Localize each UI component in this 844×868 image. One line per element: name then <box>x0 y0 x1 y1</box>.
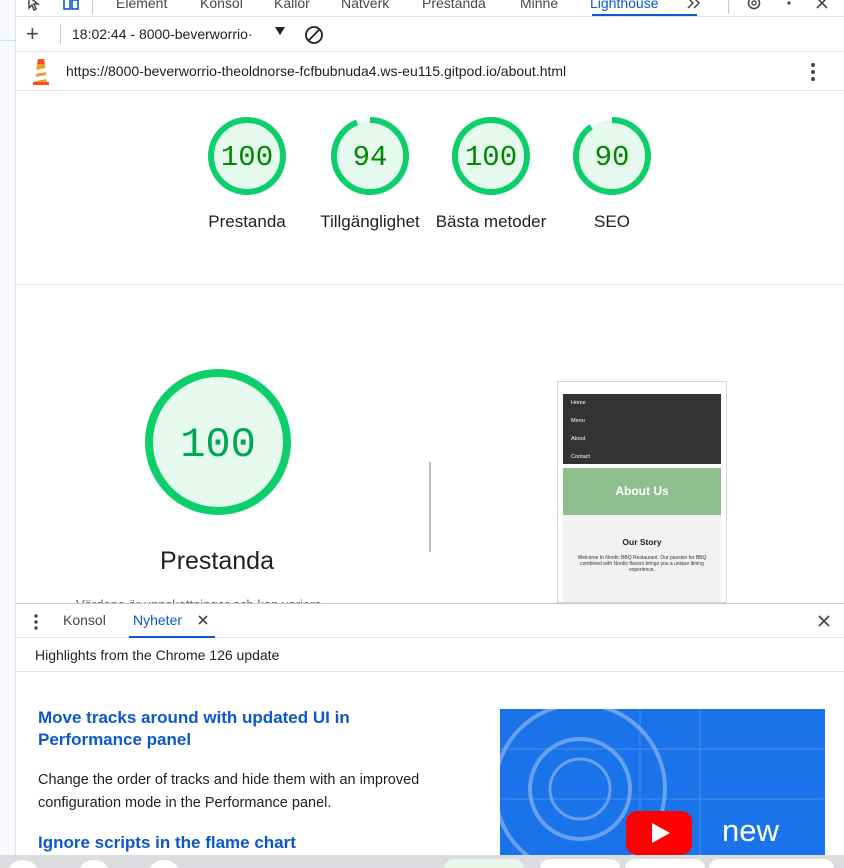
main-score-gauge: 100 <box>145 369 291 515</box>
tab-lighthouse[interactable]: Lighthouse <box>590 0 659 11</box>
drawer-tab-console[interactable]: Konsol <box>63 612 106 628</box>
score-value: 100 <box>465 141 517 174</box>
device-toolbar-icon[interactable] <box>62 0 80 12</box>
drawer-menu-icon[interactable] <box>29 613 43 631</box>
news-image-caption: new <box>722 813 779 848</box>
thumbnail-story: Our Story Welcome to Nordic BBQ Restaura… <box>563 515 721 602</box>
news-heading-link[interactable]: Move tracks around with updated UI in Pe… <box>38 707 438 751</box>
score-gauge-seo[interactable]: 90 <box>571 115 653 197</box>
close-tab-icon[interactable] <box>196 613 210 627</box>
drawer-tab-news[interactable]: Nyheter <box>133 612 182 628</box>
tab-network[interactable]: Nätverk <box>341 0 389 11</box>
thumbnail-hero: About Us <box>563 468 721 515</box>
score-value: 90 <box>595 141 630 174</box>
news-paragraph: Change the order of tracks and hide them… <box>38 772 420 811</box>
report-url-bar: https://8000-beverworrio-theoldnorse-fcf… <box>16 52 844 91</box>
score-gauge-performance[interactable]: 100 <box>206 115 288 197</box>
score-label-accessibility: Tillgänglighet <box>320 212 420 231</box>
taskbar-app[interactable] <box>444 859 524 868</box>
score-summary: 100 Prestanda 94 Tillgänglighet 100 Bäst… <box>16 91 844 285</box>
tab-console[interactable]: Konsol <box>200 0 243 11</box>
report-menu-icon[interactable] <box>806 61 820 83</box>
settings-gear-icon[interactable] <box>745 0 763 12</box>
taskbar-button[interactable] <box>147 860 181 868</box>
taskbar-app[interactable] <box>709 859 834 868</box>
devtools-tabbar: Element Konsol Källor Nätverk Prestanda … <box>16 0 844 17</box>
score-value: 100 <box>221 141 273 174</box>
clear-reports-icon[interactable] <box>304 25 324 45</box>
performance-section: 100 Prestanda Värdena är uppskattningar … <box>16 285 844 612</box>
score-gauge-best-practices[interactable]: 100 <box>450 115 532 197</box>
tab-elements[interactable]: Element <box>116 0 167 11</box>
tab-sources[interactable]: Källor <box>274 0 310 11</box>
main-score-title: Prestanda <box>160 547 274 575</box>
system-taskbar <box>0 855 844 868</box>
report-selector[interactable]: 18:02:44 - 8000-beverworrio· <box>72 26 253 42</box>
play-icon[interactable] <box>626 811 692 855</box>
audited-url[interactable]: https://8000-beverworrio-theoldnorse-fcf… <box>66 63 566 79</box>
taskbar-button[interactable] <box>77 860 111 868</box>
thumbnail-nav: Home Menu About Contact <box>563 394 721 464</box>
lighthouse-toolbar: + 18:02:44 - 8000-beverworrio· <box>16 17 844 52</box>
news-highlights-header: Highlights from the Chrome 126 update <box>16 638 844 672</box>
page-screenshot-thumbnail[interactable]: Home Menu About Contact About Us Our Sto… <box>557 381 727 603</box>
score-label-performance: Prestanda <box>208 212 286 231</box>
taskbar-app[interactable] <box>625 859 705 868</box>
close-devtools-icon[interactable] <box>813 0 831 12</box>
score-value: 94 <box>353 141 388 174</box>
lighthouse-logo-icon <box>33 59 49 85</box>
chevron-down-icon[interactable] <box>275 27 285 35</box>
left-gutter <box>0 0 16 868</box>
news-panel: Move tracks around with updated UI in Pe… <box>16 672 844 868</box>
more-options-icon[interactable] <box>780 0 798 12</box>
inspect-element-icon[interactable] <box>26 0 44 12</box>
taskbar-app[interactable] <box>540 859 620 868</box>
close-drawer-icon[interactable] <box>816 613 832 629</box>
score-label-seo: SEO <box>594 212 630 231</box>
highlights-title: Highlights from the Chrome 126 update <box>35 647 280 663</box>
score-label-best-practices: Bästa metoder <box>435 212 547 231</box>
drawer-tabbar: Konsol Nyheter <box>16 603 844 638</box>
new-report-button[interactable]: + <box>26 23 39 45</box>
score-gauge-accessibility[interactable]: 94 <box>329 115 411 197</box>
more-tabs-icon[interactable] <box>685 0 703 12</box>
tab-performance[interactable]: Prestanda <box>422 0 486 11</box>
taskbar-button[interactable] <box>6 860 40 868</box>
tab-memory[interactable]: Minne <box>520 0 558 11</box>
news-heading-link[interactable]: Ignore scripts in the flame chart <box>38 832 438 854</box>
devtools-window: Element Konsol Källor Nätverk Prestanda … <box>0 0 844 868</box>
news-video-thumbnail[interactable]: new <box>500 709 825 859</box>
section-divider <box>429 462 431 552</box>
main-score-value: 100 <box>180 421 256 469</box>
